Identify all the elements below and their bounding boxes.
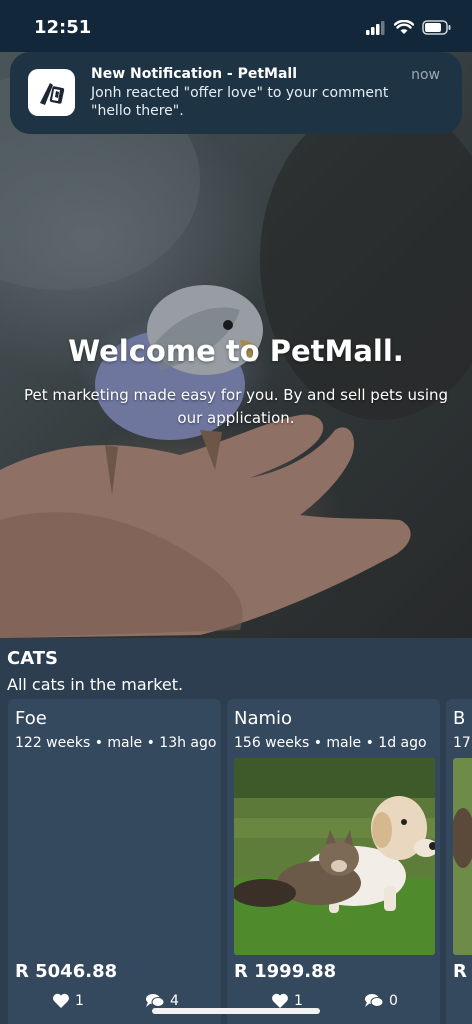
pet-photo — [234, 758, 435, 955]
comment-button[interactable]: 0 — [364, 993, 398, 1009]
section-subtitle: All cats in the market. — [7, 675, 184, 694]
pet-card[interactable]: Foe 122 weeks • male • 13h ago R 5046.88… — [8, 699, 221, 1024]
pet-price: R 5046.88 — [15, 961, 118, 982]
hero-subtitle: Pet marketing made easy for you. By and … — [23, 386, 449, 427]
pet-photo — [453, 758, 472, 955]
comments-icon — [365, 994, 384, 1007]
like-button[interactable]: 1 — [52, 993, 84, 1009]
status-bar: 12:51 — [0, 0, 472, 52]
notification-title: New Notification - PetMall — [91, 66, 298, 82]
pet-name: Namio — [234, 708, 293, 729]
pet-meta: 17 — [453, 735, 471, 751]
notification-body: Jonh reacted "offer love" to your commen… — [91, 85, 389, 119]
hero-title: Welcome to PetMall. — [68, 334, 404, 368]
pet-card[interactable]: B 17 R — [446, 699, 472, 1024]
push-notification[interactable]: New Notification - PetMall Jonh reacted … — [10, 52, 462, 134]
pet-card-list[interactable]: Foe 122 weeks • male • 13h ago R 5046.88… — [0, 699, 472, 1024]
section-title: CATS — [7, 648, 58, 669]
home-indicator[interactable] — [152, 1008, 320, 1014]
pet-name: B — [453, 708, 466, 729]
heart-icon — [53, 993, 69, 1008]
pet-meta: 122 weeks • male • 13h ago — [15, 735, 217, 751]
notification-time: now — [411, 67, 440, 83]
petmall-app-icon — [28, 69, 75, 116]
battery-icon — [422, 20, 451, 35]
dog-and-cat-photo — [234, 758, 435, 955]
wifi-icon — [394, 20, 414, 34]
cellular-signal-icon — [366, 20, 385, 35]
pet-meta: 156 weeks • male • 1d ago — [234, 735, 427, 751]
comments-icon — [146, 994, 165, 1007]
pet-card[interactable]: Namio 156 weeks • male • 1d ago R 1999.8… — [227, 699, 440, 1024]
pet-name: Foe — [15, 708, 47, 729]
like-button[interactable]: 1 — [271, 993, 303, 1009]
like-count: 1 — [75, 993, 84, 1009]
heart-icon — [272, 993, 288, 1008]
pet-price: R 1999.88 — [234, 961, 337, 982]
like-count: 1 — [294, 993, 303, 1009]
pet-price: R — [453, 961, 467, 982]
comment-button[interactable]: 4 — [145, 993, 179, 1009]
comment-count: 0 — [389, 993, 398, 1009]
status-time: 12:51 — [34, 17, 92, 38]
status-icons — [366, 20, 452, 35]
comment-count: 4 — [170, 993, 179, 1009]
